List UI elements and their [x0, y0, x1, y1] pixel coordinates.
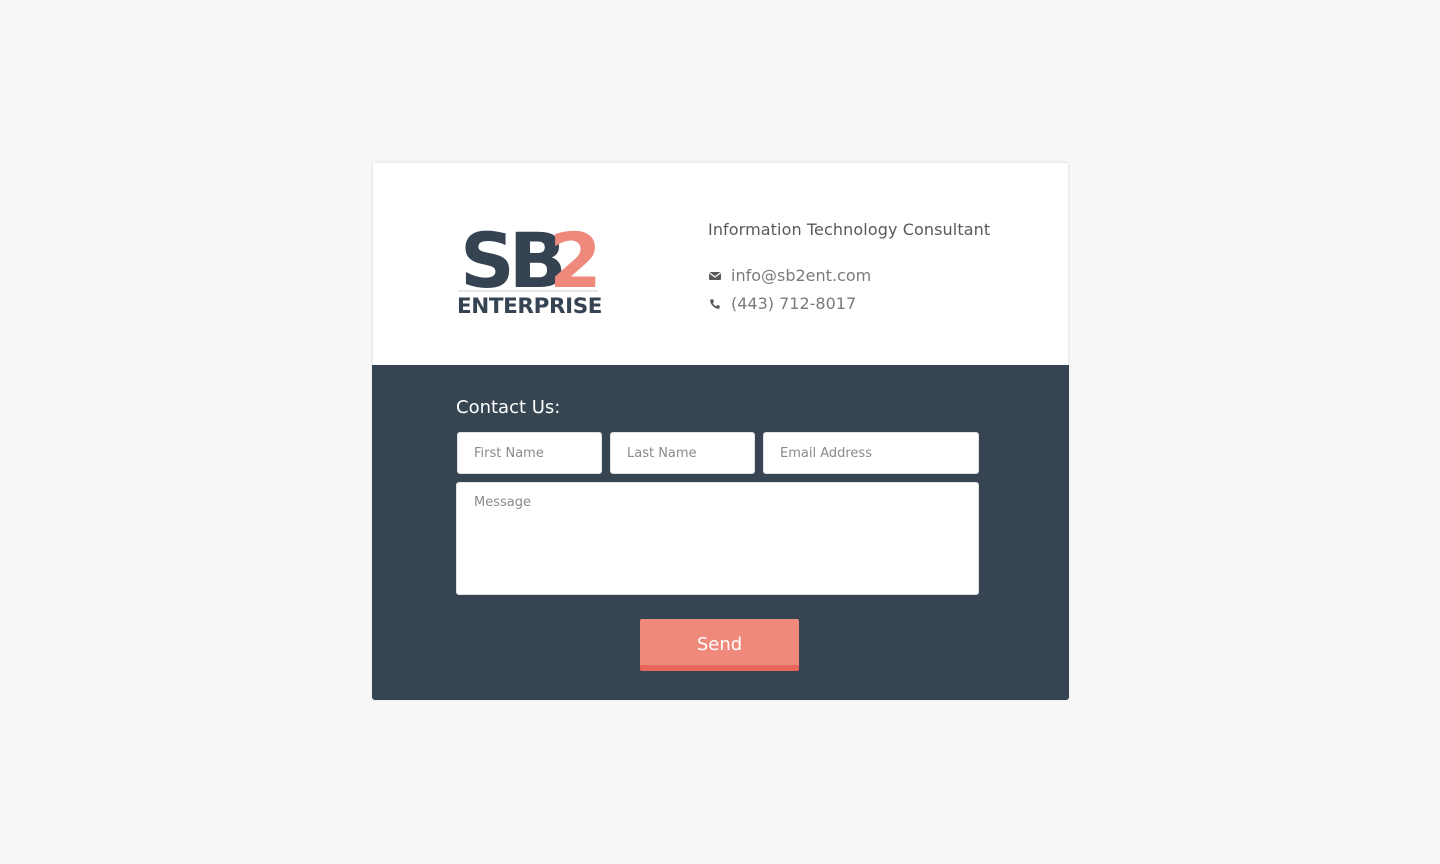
first-name-input[interactable] [457, 432, 602, 474]
phone-icon [708, 297, 722, 311]
contact-email-link[interactable]: info@sb2ent.com [731, 266, 871, 285]
company-tagline: Information Technology Consultant [708, 220, 991, 239]
form-title: Contact Us: [456, 397, 561, 418]
phone-line: (443) 712-8017 [708, 294, 856, 313]
last-name-input[interactable] [610, 432, 755, 474]
company-info: Information Technology Consultant info@s… [708, 220, 1008, 313]
svg-text:2: 2 [549, 221, 602, 305]
contact-card: SB 2 ENTERPRISES Information Technology … [372, 162, 1069, 700]
contact-phone-link[interactable]: (443) 712-8017 [731, 294, 856, 313]
sb2-enterprises-logo: SB 2 ENTERPRISES [457, 221, 603, 317]
svg-text:SB: SB [460, 221, 562, 305]
envelope-icon [708, 269, 722, 283]
email-address-input[interactable] [763, 432, 979, 474]
message-textarea[interactable] [456, 482, 979, 595]
send-button[interactable]: Send [640, 619, 799, 671]
card-header: SB 2 ENTERPRISES Information Technology … [372, 162, 1069, 365]
email-line: info@sb2ent.com [708, 266, 871, 285]
contact-form: Contact Us: Send [372, 365, 1069, 700]
svg-text:ENTERPRISES: ENTERPRISES [457, 294, 603, 317]
